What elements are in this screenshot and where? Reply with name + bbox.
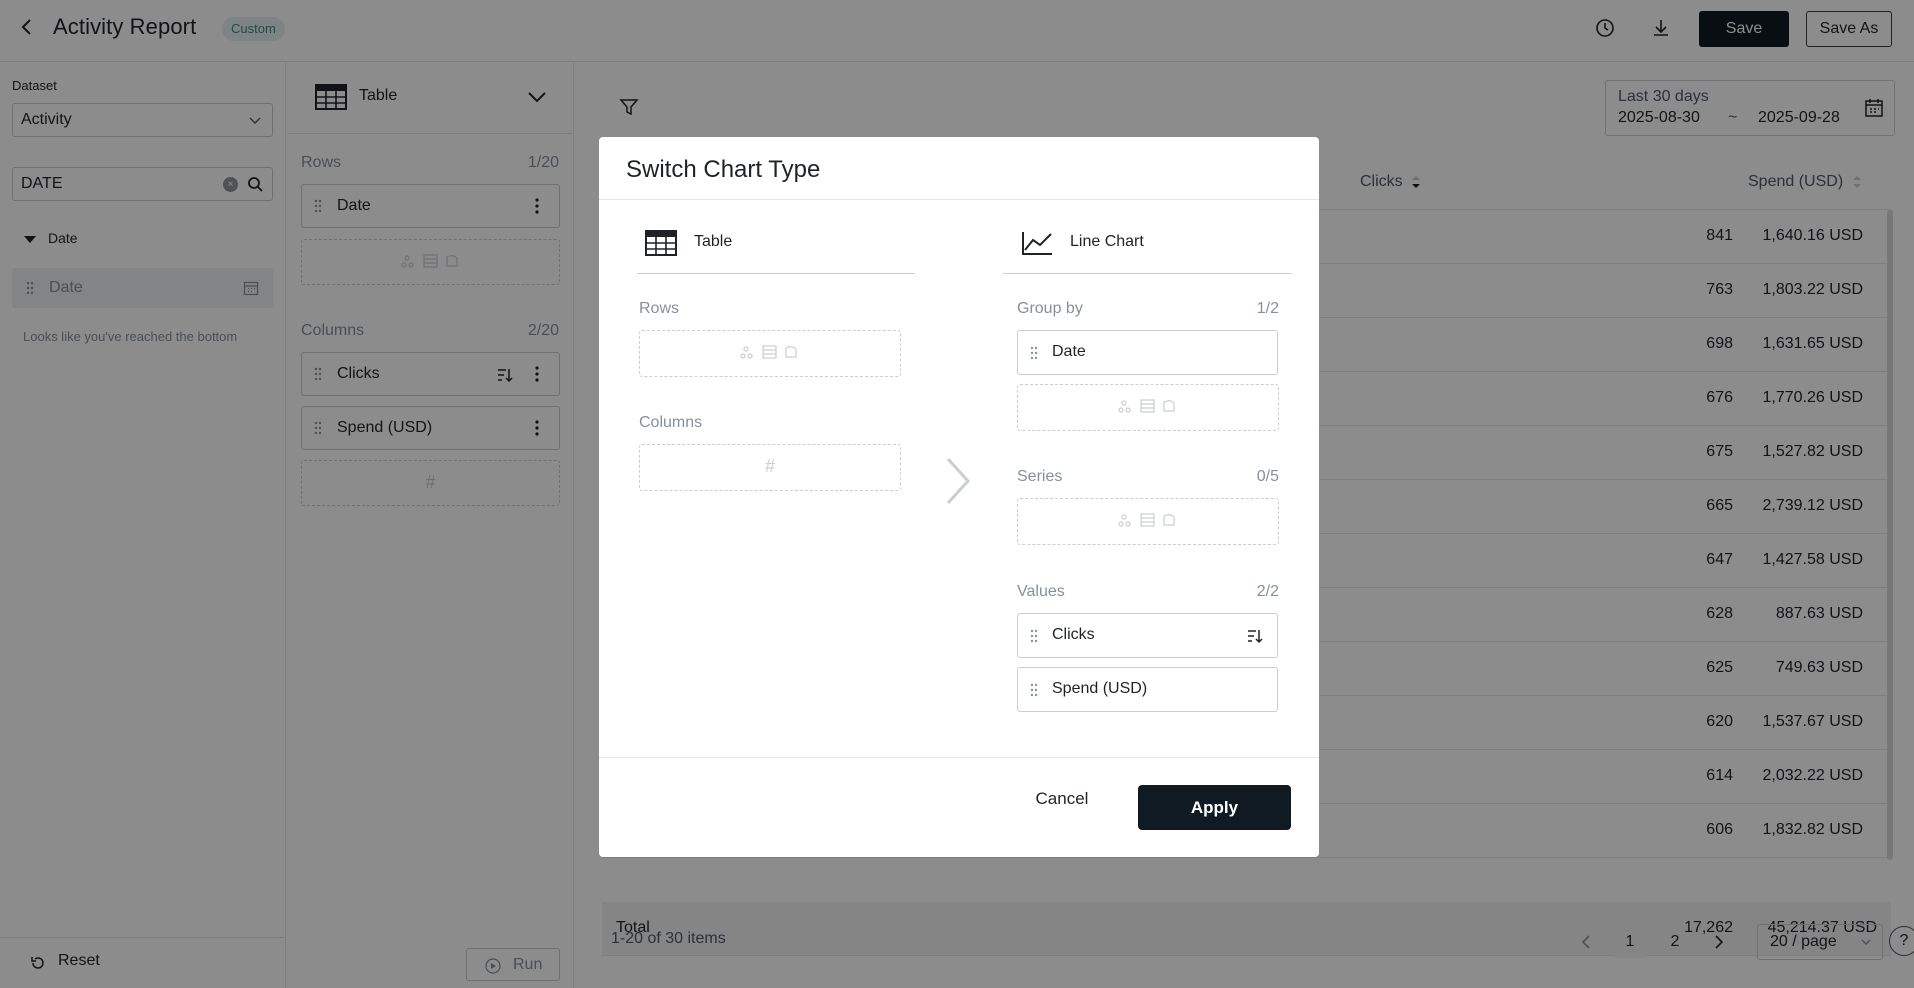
measure-hash-icon: # bbox=[764, 456, 775, 476]
values-count: 2/2 bbox=[1256, 583, 1279, 600]
dimension-types-icon bbox=[1018, 398, 1278, 417]
group-by-drop-zone[interactable] bbox=[1017, 384, 1279, 431]
arrow-right-icon bbox=[946, 457, 971, 505]
from-chart-type: Table bbox=[637, 230, 915, 274]
series-count: 0/5 bbox=[1256, 468, 1279, 485]
from-rows-zone bbox=[639, 330, 901, 377]
group-by-field-date[interactable]: Date bbox=[1017, 330, 1278, 375]
table-icon bbox=[645, 230, 677, 256]
divider bbox=[599, 757, 1319, 758]
values-field-label: Spend (USD) bbox=[1052, 680, 1148, 697]
series-label: Series bbox=[1017, 468, 1063, 485]
values-field-spend[interactable]: Spend (USD) bbox=[1017, 667, 1278, 712]
divider bbox=[599, 199, 1319, 200]
values-field-clicks[interactable]: Clicks bbox=[1017, 613, 1278, 658]
to-chart-type: Line Chart bbox=[1003, 230, 1292, 274]
from-rows-label: Rows bbox=[639, 300, 680, 317]
apply-button[interactable]: Apply bbox=[1138, 785, 1291, 830]
sort-descending-icon[interactable] bbox=[1247, 628, 1263, 644]
values-label: Values bbox=[1017, 583, 1065, 600]
series-drop-zone[interactable] bbox=[1017, 498, 1279, 545]
line-chart-icon bbox=[1022, 232, 1052, 255]
dimension-types-icon bbox=[1018, 512, 1278, 531]
drag-handle-icon[interactable] bbox=[1030, 628, 1038, 644]
group-by-field-label: Date bbox=[1052, 343, 1086, 360]
to-chart-type-label: Line Chart bbox=[1070, 233, 1144, 250]
from-columns-zone: # bbox=[639, 444, 901, 491]
group-by-label: Group by bbox=[1017, 300, 1083, 317]
dialog-title: Switch Chart Type bbox=[626, 156, 821, 183]
group-by-count: 1/2 bbox=[1256, 300, 1279, 317]
drag-handle-icon[interactable] bbox=[1030, 345, 1038, 361]
from-columns-label: Columns bbox=[639, 414, 703, 431]
switch-chart-type-dialog: Switch Chart Type Table Rows Columns # L… bbox=[599, 137, 1319, 857]
cancel-button[interactable]: Cancel bbox=[1017, 777, 1107, 821]
from-chart-type-label: Table bbox=[694, 233, 733, 250]
values-field-label: Clicks bbox=[1052, 626, 1095, 643]
dimension-types-icon bbox=[640, 344, 900, 363]
drag-handle-icon[interactable] bbox=[1030, 682, 1038, 698]
